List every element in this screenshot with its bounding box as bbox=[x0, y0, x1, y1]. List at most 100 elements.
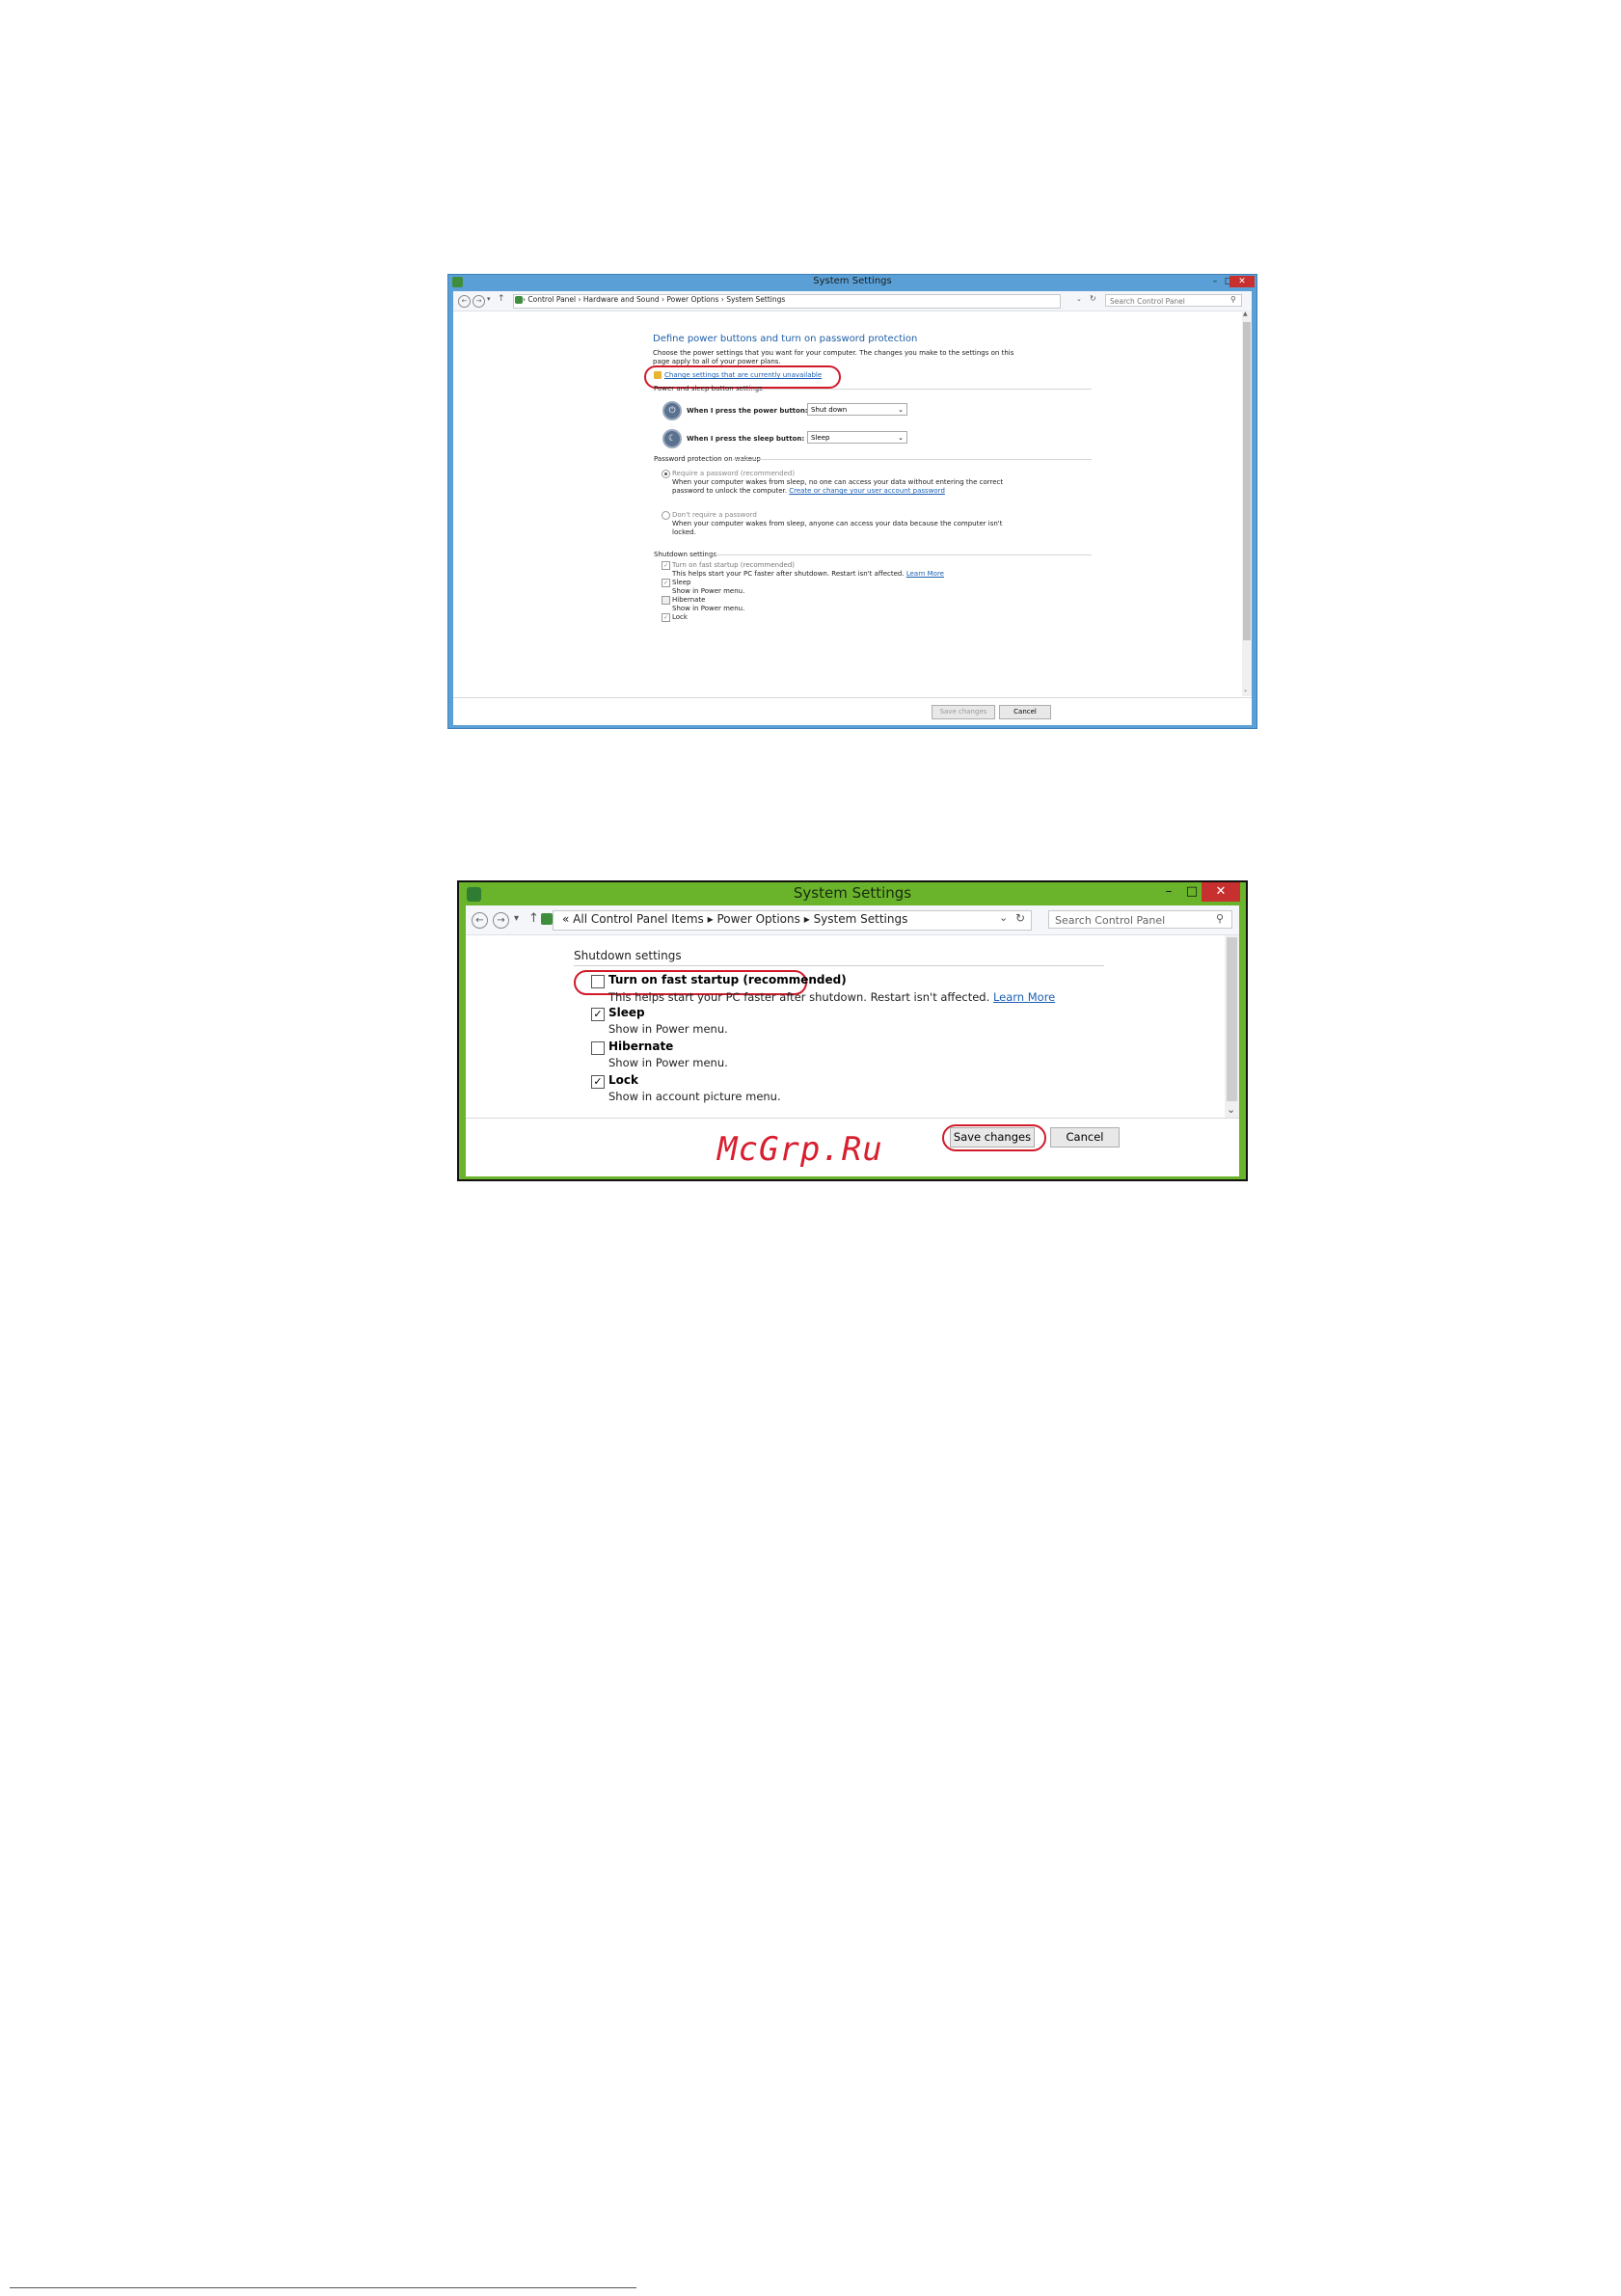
breadcrumb-item[interactable]: System Settings bbox=[726, 295, 785, 304]
dont-require-password-radio[interactable] bbox=[662, 511, 670, 520]
learn-more-link[interactable]: Learn More bbox=[906, 570, 944, 578]
breadcrumb-item[interactable]: Power Options bbox=[716, 912, 799, 926]
sleep-checkbox[interactable]: ✓ bbox=[662, 579, 670, 587]
sleep-button-label: When I press the sleep button: bbox=[687, 435, 805, 443]
lock-label: Lock bbox=[672, 613, 688, 621]
breadcrumb: › Control Panel › Hardware and Sound › P… bbox=[523, 295, 785, 304]
breadcrumb-item[interactable]: Power Options bbox=[666, 295, 718, 304]
learn-more-link[interactable]: Learn More bbox=[993, 990, 1055, 1004]
address-bar: ← → ▾ ↑ › Control Panel › Hardware and S… bbox=[453, 291, 1252, 311]
address-dropdown-icon[interactable]: ⌄ bbox=[999, 911, 1008, 924]
recent-dropdown-icon[interactable]: ▾ bbox=[514, 913, 519, 924]
watermark: McGrp.Ru bbox=[717, 1130, 883, 1169]
search-icon[interactable]: ⚲ bbox=[1216, 912, 1224, 925]
require-password-desc: password to unlock the computer. Create … bbox=[672, 487, 945, 495]
sleep-checkbox[interactable]: ✓ bbox=[591, 1008, 605, 1021]
hibernate-desc: Show in Power menu. bbox=[672, 605, 745, 612]
sleep-label: Sleep bbox=[672, 579, 691, 586]
control-panel-icon bbox=[515, 296, 523, 304]
select-value: Shut down bbox=[811, 406, 848, 414]
sleep-icon: ☾ bbox=[662, 429, 682, 448]
require-password-desc: When your computer wakes from sleep, no … bbox=[672, 478, 1004, 486]
power-button-select[interactable]: Shut down ⌄ bbox=[807, 403, 907, 416]
minimize-button[interactable]: – bbox=[1208, 276, 1222, 287]
breadcrumb-sep-icon: ▸ bbox=[707, 912, 717, 926]
lock-checkbox[interactable]: ✓ bbox=[662, 613, 670, 622]
desc-text: This helps start your PC faster after sh… bbox=[672, 570, 905, 578]
fast-startup-checkbox[interactable] bbox=[591, 975, 605, 988]
hibernate-desc: Show in Power menu. bbox=[608, 1056, 728, 1069]
back-icon[interactable]: ← bbox=[472, 912, 488, 929]
scroll-down-icon[interactable]: ⌄ bbox=[1243, 687, 1248, 693]
lock-checkbox[interactable]: ✓ bbox=[591, 1075, 605, 1089]
lock-label: Lock bbox=[608, 1073, 638, 1087]
close-button[interactable]: ✕ bbox=[1202, 882, 1240, 902]
recent-dropdown-icon[interactable]: ▾ bbox=[487, 295, 491, 303]
chevron-down-icon: ⌄ bbox=[898, 434, 904, 442]
breadcrumb-item[interactable]: All Control Panel Items bbox=[573, 912, 704, 926]
vertical-scrollbar[interactable]: ⌄ bbox=[1225, 935, 1239, 1118]
fast-startup-label: Turn on fast startup (recommended) bbox=[608, 973, 847, 986]
back-icon[interactable]: ← bbox=[458, 295, 471, 308]
fast-startup-label: Turn on fast startup (recommended) bbox=[672, 561, 795, 569]
require-password-label: Require a password (recommended) bbox=[672, 470, 796, 477]
intro-text: page apply to all of your power plans. bbox=[653, 358, 781, 365]
breadcrumb: « All Control Panel Items ▸ Power Option… bbox=[562, 912, 907, 926]
vertical-scrollbar[interactable]: ▲ ⌄ bbox=[1242, 311, 1252, 696]
window-client: ← → ▾ ↑ › Control Panel › Hardware and S… bbox=[453, 291, 1252, 725]
divider bbox=[706, 554, 1092, 555]
dont-require-password-label: Don't require a password bbox=[672, 511, 757, 519]
power-button-label: When I press the power button: bbox=[687, 407, 808, 415]
breadcrumb-item[interactable]: System Settings bbox=[814, 912, 908, 926]
breadcrumb-item[interactable]: Control Panel bbox=[527, 295, 576, 304]
divider bbox=[574, 965, 1104, 966]
fast-startup-desc: This helps start your PC faster after sh… bbox=[672, 570, 944, 578]
forward-icon[interactable]: → bbox=[473, 295, 485, 308]
forward-icon[interactable]: → bbox=[493, 912, 509, 929]
hibernate-label: Hibernate bbox=[608, 1040, 674, 1053]
hibernate-checkbox[interactable] bbox=[662, 596, 670, 605]
page-heading: Define power buttons and turn on passwor… bbox=[653, 334, 918, 344]
breadcrumb-overflow[interactable]: « bbox=[562, 912, 569, 926]
cancel-button[interactable]: Cancel bbox=[1050, 1127, 1120, 1148]
hibernate-checkbox[interactable] bbox=[591, 1041, 605, 1055]
title-bar[interactable]: System Settings – □ ✕ bbox=[448, 275, 1256, 290]
address-bar: ← → ▾ ↑ « All Control Panel Items ▸ Powe… bbox=[466, 905, 1239, 935]
maximize-button[interactable]: □ bbox=[1182, 882, 1202, 902]
chevron-down-icon: ⌄ bbox=[898, 406, 904, 414]
search-icon[interactable]: ⚲ bbox=[1230, 295, 1236, 304]
fast-startup-desc: This helps start your PC faster after sh… bbox=[608, 990, 1055, 1004]
sleep-button-select[interactable]: Sleep ⌄ bbox=[807, 431, 907, 444]
minimize-button[interactable]: – bbox=[1159, 882, 1178, 902]
lock-desc: Show in account picture menu. bbox=[608, 1090, 781, 1103]
scrollbar-thumb[interactable] bbox=[1243, 322, 1251, 640]
intro-text: Choose the power settings that you want … bbox=[653, 349, 1014, 357]
window-title: System Settings bbox=[813, 276, 892, 286]
hibernate-label: Hibernate bbox=[672, 596, 706, 604]
cancel-button[interactable]: Cancel bbox=[999, 705, 1051, 719]
power-icon: ⏻ bbox=[662, 401, 682, 420]
divider bbox=[743, 389, 1092, 390]
up-arrow-icon[interactable]: ↑ bbox=[528, 911, 539, 926]
search-input[interactable]: Search Control Panel bbox=[1048, 910, 1232, 929]
up-arrow-icon[interactable]: ↑ bbox=[498, 294, 505, 304]
close-button[interactable]: ✕ bbox=[1229, 276, 1255, 287]
section-title: Shutdown settings bbox=[574, 949, 682, 962]
change-settings-link[interactable]: Change settings that are currently unava… bbox=[664, 371, 822, 379]
refresh-icon[interactable]: ↻ bbox=[1015, 911, 1025, 925]
fast-startup-checkbox[interactable]: ✓ bbox=[662, 561, 670, 570]
address-dropdown-icon[interactable]: ⌄ bbox=[1076, 295, 1082, 303]
save-changes-button[interactable]: Save changes bbox=[950, 1127, 1035, 1148]
scroll-up-icon[interactable]: ▲ bbox=[1243, 311, 1248, 317]
desc-text: This helps start your PC faster after sh… bbox=[608, 990, 990, 1004]
save-changes-button[interactable]: Save changes bbox=[932, 705, 995, 719]
breadcrumb-sep-icon: ▸ bbox=[803, 912, 814, 926]
require-password-radio[interactable] bbox=[662, 470, 670, 478]
breadcrumb-item[interactable]: Hardware and Sound bbox=[583, 295, 660, 304]
account-password-link[interactable]: Create or change your user account passw… bbox=[789, 487, 945, 495]
search-input[interactable]: Search Control Panel bbox=[1105, 294, 1242, 307]
desc-text: password to unlock the computer. bbox=[672, 487, 787, 495]
refresh-icon[interactable]: ↻ bbox=[1090, 294, 1096, 303]
scroll-down-icon[interactable]: ⌄ bbox=[1227, 1103, 1235, 1116]
scrollbar-thumb[interactable] bbox=[1227, 937, 1237, 1101]
